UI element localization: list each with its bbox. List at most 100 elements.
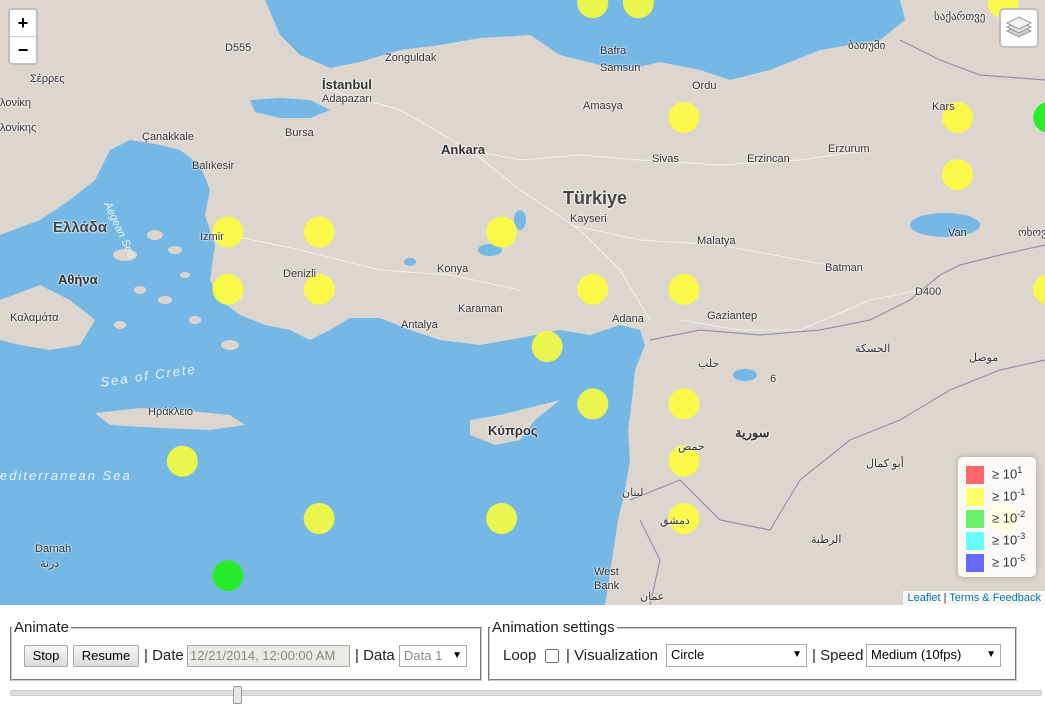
legend-item: ≥ 10-1 xyxy=(966,487,1025,506)
legend-item: ≥ 10-5 xyxy=(966,553,1025,572)
data-point-yellow[interactable] xyxy=(303,216,335,248)
map-label-bank: Bank xyxy=(594,580,620,592)
data-point-yellow[interactable] xyxy=(577,388,609,420)
map-label-adapazari: Adapazarı xyxy=(322,93,373,105)
loop-checkbox[interactable] xyxy=(545,649,559,663)
map-label-karaman: Karaman xyxy=(458,303,503,315)
map-label-gaziantep: Gaziantep xyxy=(707,310,758,322)
map-label-kayseri: Kayseri xyxy=(570,213,607,225)
zoom-out-button[interactable]: − xyxy=(10,36,36,63)
data-point-yellow[interactable] xyxy=(577,273,609,305)
visualization-select-value: Circle xyxy=(671,647,705,662)
map-label-serres: Σέρρες xyxy=(30,73,65,85)
legend-swatch xyxy=(966,553,984,572)
map-label-darnah: Darnah xyxy=(35,543,72,555)
data-point-green[interactable] xyxy=(212,560,244,592)
loop-label: Loop xyxy=(503,647,537,664)
map-label-rutba: الرطبة xyxy=(811,534,842,546)
map-label-batman: Batman xyxy=(825,262,863,274)
speed-label: | Speed xyxy=(812,647,864,664)
dropdown-arrow-icon: ▼ xyxy=(452,650,462,661)
animation-settings-legend: Animation settings xyxy=(492,619,615,636)
attribution-separator: | xyxy=(940,592,950,604)
map-label-ellada: Ελλάδα xyxy=(53,219,108,236)
dropdown-arrow-icon: ▼ xyxy=(986,649,996,660)
legend-swatch xyxy=(966,531,984,550)
map-label-ottos: ოხოვ xyxy=(1018,227,1045,239)
map-label-iraklio: Ηράκλειο xyxy=(148,406,194,418)
legend-swatch xyxy=(966,487,984,506)
stop-button[interactable]: Stop xyxy=(24,645,68,667)
terms-link[interactable]: Terms & Feedback xyxy=(949,592,1041,604)
map-label-amman: عمان xyxy=(640,591,665,603)
map-label-sakartvelo: საქართვე xyxy=(934,11,986,23)
map-label-kars: Kars xyxy=(932,101,955,113)
data-select[interactable]: Data 1 ▼ xyxy=(399,645,467,667)
map-label-d400: D400 xyxy=(915,286,942,298)
data-select-value: Data 1 xyxy=(404,648,443,663)
zoom-in-button[interactable]: + xyxy=(10,10,36,36)
data-point-yellow[interactable] xyxy=(303,503,335,534)
map-label-homs: حمص xyxy=(678,441,705,453)
data-point-yellow[interactable] xyxy=(486,503,518,534)
date-label: | Date xyxy=(144,647,184,664)
map-label-canakkale: Çanakkale xyxy=(142,131,194,143)
map-label-adana: Adana xyxy=(612,313,644,325)
map-label-r6: 6 xyxy=(770,373,777,385)
map-label-konya: Konya xyxy=(437,263,469,275)
legend-swatch xyxy=(966,465,984,484)
map-label-denizli: Denizli xyxy=(283,268,317,280)
data-point-yellow[interactable] xyxy=(486,216,518,248)
legend-swatch xyxy=(966,509,984,528)
map-label-antalya: Antalya xyxy=(401,319,438,331)
data-point-yellow[interactable] xyxy=(668,388,700,420)
map-label-van: Van xyxy=(948,227,967,239)
layers-icon xyxy=(1005,16,1033,38)
data-point-yellow[interactable] xyxy=(668,273,700,305)
map-label-amasya: Amasya xyxy=(583,100,623,112)
map-label-erzincan: Erzincan xyxy=(747,153,790,165)
data-point-yellow[interactable] xyxy=(942,159,974,191)
leaflet-link[interactable]: Leaflet xyxy=(907,592,940,604)
map[interactable]: Zonguldak Bafra Samsun Ordu İstanbul Adapazar… xyxy=(0,0,1045,605)
map-label-bursa: Bursa xyxy=(285,127,314,139)
map-label-med: editerranean Sea xyxy=(0,468,132,483)
animate-legend: Animate xyxy=(14,619,70,636)
map-attribution: Leaflet | Terms & Feedback xyxy=(903,591,1045,605)
date-field[interactable]: 12/21/2014, 12:00:00 AM xyxy=(187,645,350,667)
legend-item: ≥ 10-2 xyxy=(966,509,1025,528)
map-label-halab: حلب xyxy=(698,358,720,370)
legend-item: ≥ 101 xyxy=(966,465,1022,484)
timeline-slider-handle[interactable] xyxy=(233,686,242,704)
map-base xyxy=(0,0,1045,605)
data-point-yellow[interactable] xyxy=(668,101,700,133)
data-point-yellow[interactable] xyxy=(212,273,244,305)
map-label-izmir: İzmir xyxy=(200,231,224,243)
layers-button[interactable] xyxy=(999,8,1039,48)
map-legend: ≥ 101 ≥ 10-1 ≥ 10-2 ≥ 10-3 ≥ 10-5 xyxy=(958,457,1036,577)
map-label-sivas: Sivas xyxy=(652,153,679,165)
dropdown-arrow-icon: ▼ xyxy=(792,649,802,660)
map-label-bafra: Bafra xyxy=(600,45,627,57)
visualization-select[interactable]: Circle ▼ xyxy=(666,644,807,667)
map-label-malatya: Malatya xyxy=(697,235,736,247)
map-label-mosul: موصل xyxy=(969,352,999,364)
map-label-balikesir: Balıkesir xyxy=(192,160,235,172)
data-point-yellow[interactable] xyxy=(166,445,198,477)
legend-item: ≥ 10-3 xyxy=(966,531,1025,550)
map-label-turkiye: Türkiye xyxy=(563,188,628,208)
map-label-ankara: Ankara xyxy=(441,142,486,157)
map-label-d555: D555 xyxy=(225,42,252,54)
map-label-lonike2: λονίκης xyxy=(0,122,37,134)
timeline-track[interactable] xyxy=(10,690,1042,696)
map-label-west: West xyxy=(594,566,619,578)
zoom-control: + − xyxy=(8,8,38,65)
map-label-kypros: Κύπρος xyxy=(488,423,538,438)
resume-button[interactable]: Resume xyxy=(73,645,139,667)
speed-select[interactable]: Medium (10fps) ▼ xyxy=(866,644,1001,667)
map-label-athina: Αθήνα xyxy=(58,272,98,287)
map-label-istanbul: İstanbul xyxy=(322,77,372,92)
map-label-lubnan: لبنان xyxy=(622,487,644,499)
map-label-batumi: ბათუმი xyxy=(848,40,886,52)
data-point-yellow[interactable] xyxy=(531,331,563,363)
